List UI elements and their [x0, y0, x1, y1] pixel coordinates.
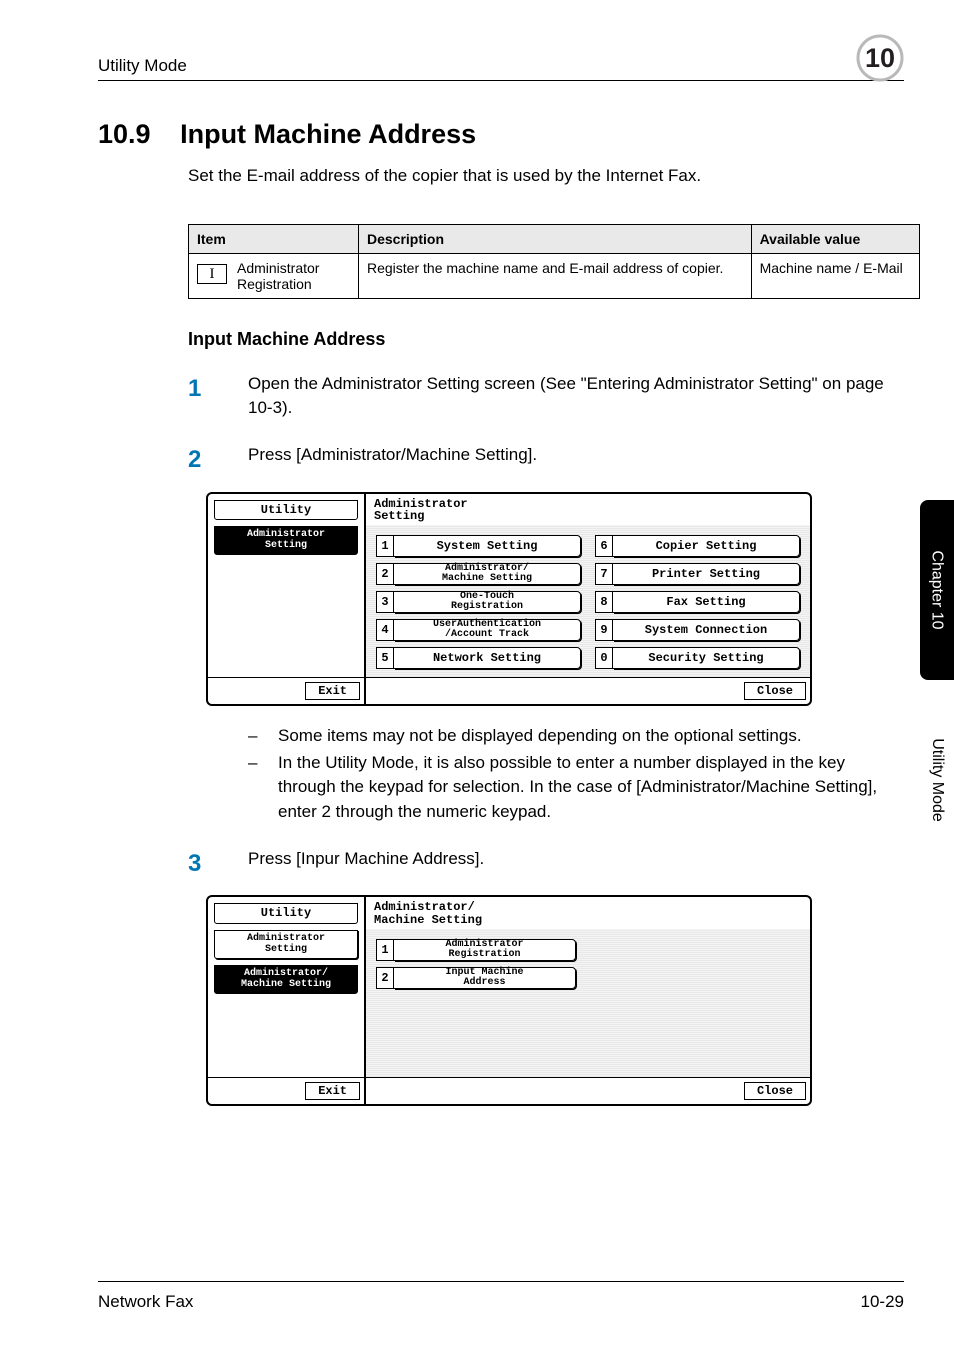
panel-tab-admin-setting[interactable]: Administrator Setting — [214, 930, 358, 959]
close-button[interactable]: Close — [744, 1082, 806, 1100]
menu-button[interactable]: 5Network Setting — [376, 647, 581, 669]
menu-number: 2 — [376, 563, 394, 585]
intro-text: Set the E-mail address of the copier tha… — [188, 164, 904, 188]
menu-button[interactable]: 9System Connection — [595, 619, 800, 641]
th-avail: Available value — [751, 224, 919, 253]
section-heading: 10.9 Input Machine Address — [98, 119, 904, 150]
panel-tab-admin-setting[interactable]: Administrator Setting — [214, 526, 358, 555]
menu-label: Security Setting — [613, 647, 800, 669]
menu-number: 2 — [376, 967, 394, 989]
device-screenshot-machine-setting: Utility Administrator Setting Administra… — [206, 895, 812, 1105]
chapter-badge: 10 — [856, 34, 904, 82]
header-breadcrumb: Utility Mode — [98, 56, 187, 76]
menu-button[interactable]: 2Administrator/ Machine Setting — [376, 563, 581, 585]
menu-label: UserAuthentication /Account Track — [394, 619, 581, 641]
step-number: 3 — [188, 847, 206, 882]
subheading: Input Machine Address — [188, 329, 904, 350]
menu-label: One-Touch Registration — [394, 591, 581, 613]
section-title: Input Machine Address — [180, 119, 476, 149]
item-avail: Machine name / E-Mail — [751, 253, 919, 298]
menu-number: 1 — [376, 535, 394, 557]
footer-left: Network Fax — [98, 1292, 193, 1312]
side-tab-chapter: Chapter 10 — [920, 500, 954, 680]
menu-number: 4 — [376, 619, 394, 641]
parameters-table: Item Description Available value I Admin… — [188, 224, 920, 299]
menu-button[interactable]: 7Printer Setting — [595, 563, 800, 585]
side-tab-mode: Utility Mode — [920, 690, 954, 870]
menu-button[interactable]: 3One-Touch Registration — [376, 591, 581, 613]
panel-title: Administrator Setting — [366, 494, 810, 525]
menu-label: Fax Setting — [613, 591, 800, 613]
menu-number: 0 — [595, 647, 613, 669]
section-number: 10.9 — [98, 119, 151, 149]
step-3: 3 Press [Inpur Machine Address]. — [188, 847, 904, 882]
panel-tab-machine-setting[interactable]: Administrator/ Machine Setting — [214, 965, 358, 994]
step-number: 1 — [188, 372, 206, 421]
exit-button[interactable]: Exit — [305, 1082, 360, 1100]
footer-right: 10-29 — [861, 1292, 904, 1312]
menu-number: 3 — [376, 591, 394, 613]
menu-button[interactable]: 4UserAuthentication /Account Track — [376, 619, 581, 641]
menu-label: Network Setting — [394, 647, 581, 669]
note-1: Some items may not be displayed dependin… — [278, 724, 904, 749]
exit-button[interactable]: Exit — [305, 682, 360, 700]
menu-button[interactable]: 1Administrator Registration — [376, 939, 576, 961]
table-row: I Administrator Registration Register th… — [189, 253, 920, 298]
menu-label: Copier Setting — [613, 535, 800, 557]
step-1: 1 Open the Administrator Setting screen … — [188, 372, 904, 421]
menu-number: 9 — [595, 619, 613, 641]
panel-title: Administrator/ Machine Setting — [366, 897, 810, 928]
menu-number: 6 — [595, 535, 613, 557]
note-2: In the Utility Mode, it is also possible… — [278, 751, 904, 825]
menu-button[interactable]: 0Security Setting — [595, 647, 800, 669]
page-header: Utility Mode 10 — [98, 28, 904, 81]
menu-label: System Connection — [613, 619, 800, 641]
device-screenshot-admin-setting: Utility Administrator Setting Exit Admin… — [206, 492, 812, 706]
menu-button[interactable]: 1System Setting — [376, 535, 581, 557]
panel-tab-utility[interactable]: Utility — [214, 903, 358, 924]
roman-numeral-box: I — [197, 264, 227, 284]
step-text: Open the Administrator Setting screen (S… — [248, 372, 904, 421]
menu-label: Administrator/ Machine Setting — [394, 563, 581, 585]
step-text: Press [Inpur Machine Address]. — [248, 847, 904, 882]
item-desc: Register the machine name and E-mail add… — [359, 253, 752, 298]
page-footer: Network Fax 10-29 — [98, 1281, 904, 1312]
menu-number: 8 — [595, 591, 613, 613]
menu-number: 7 — [595, 563, 613, 585]
th-item: Item — [189, 224, 359, 253]
step-notes: –Some items may not be displayed dependi… — [248, 724, 904, 825]
close-button[interactable]: Close — [744, 682, 806, 700]
menu-button[interactable]: 8Fax Setting — [595, 591, 800, 613]
menu-button[interactable]: 2Input Machine Address — [376, 967, 576, 989]
panel-tab-utility[interactable]: Utility — [214, 500, 358, 521]
menu-number: 5 — [376, 647, 394, 669]
menu-label: System Setting — [394, 535, 581, 557]
step-number: 2 — [188, 443, 206, 478]
menu-button[interactable]: 6Copier Setting — [595, 535, 800, 557]
menu-label: Input Machine Address — [394, 967, 576, 989]
item-name: Administrator Registration — [237, 260, 350, 292]
step-text: Press [Administrator/Machine Setting]. — [248, 443, 904, 478]
step-2: 2 Press [Administrator/Machine Setting]. — [188, 443, 904, 478]
chapter-number: 10 — [856, 34, 904, 82]
menu-label: Administrator Registration — [394, 939, 576, 961]
menu-label: Printer Setting — [613, 563, 800, 585]
th-desc: Description — [359, 224, 752, 253]
menu-number: 1 — [376, 939, 394, 961]
